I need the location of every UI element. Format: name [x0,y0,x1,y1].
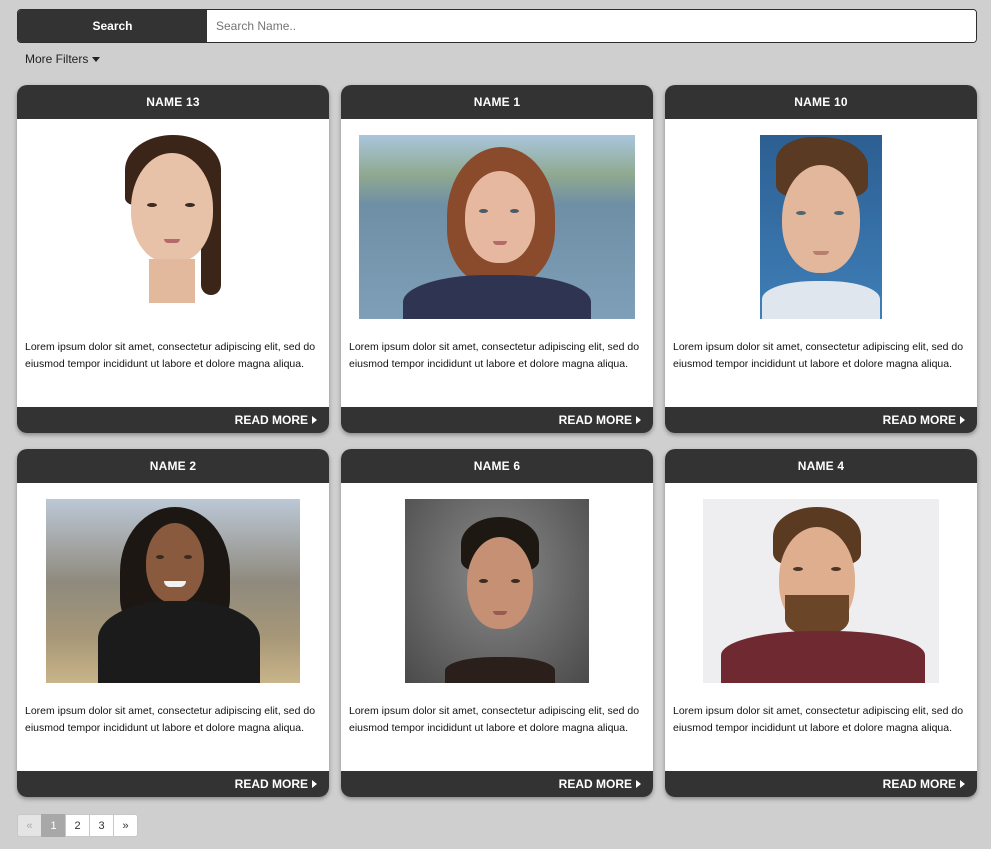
card-image-area [665,119,977,335]
search-input[interactable] [207,10,976,42]
profile-card: NAME 6 Lorem ipsum dolor sit amet, conse… [341,449,653,797]
card-description: Lorem ipsum dolor sit amet, consectetur … [349,705,640,734]
profile-grid: NAME 13 Lorem ipsum dolor sit amet, cons… [17,85,977,797]
search-label: Search [18,10,207,42]
read-more-label: READ MORE [882,777,956,791]
profile-card: NAME 1 Lorem ipsum dolor sit amet, conse… [341,85,653,433]
caret-right-icon [312,780,317,788]
read-more-label: READ MORE [234,777,308,791]
caret-right-icon [636,416,641,424]
profile-card: NAME 4 Lorem ipsum dolor sit amet, conse… [665,449,977,797]
search-bar: Search [17,9,977,43]
read-more-button[interactable]: READ MORE [17,407,329,433]
more-filters-toggle[interactable]: More Filters [25,52,101,66]
caret-down-icon [92,57,101,62]
read-more-label: READ MORE [234,413,308,427]
card-image-area [17,483,329,699]
caret-right-icon [312,416,317,424]
profile-photo [760,135,882,319]
more-filters-label: More Filters [25,52,89,66]
read-more-button[interactable]: READ MORE [341,771,653,797]
card-description: Lorem ipsum dolor sit amet, consectetur … [25,341,316,370]
card-title: NAME 13 [17,85,329,119]
card-description: Lorem ipsum dolor sit amet, consectetur … [673,705,964,734]
read-more-label: READ MORE [558,413,632,427]
profile-photo [359,135,635,319]
profile-card: NAME 13 Lorem ipsum dolor sit amet, cons… [17,85,329,433]
pagination-prev-button[interactable]: « [17,814,42,837]
read-more-button[interactable]: READ MORE [665,407,977,433]
card-image-area [665,483,977,699]
read-more-button[interactable]: READ MORE [665,771,977,797]
card-description: Lorem ipsum dolor sit amet, consectetur … [25,705,316,734]
profile-photo [113,135,233,303]
card-description: Lorem ipsum dolor sit amet, consectetur … [673,341,964,370]
card-image-area [17,119,329,335]
card-description: Lorem ipsum dolor sit amet, consectetur … [349,341,640,370]
card-title: NAME 1 [341,85,653,119]
card-title: NAME 4 [665,449,977,483]
card-title: NAME 2 [17,449,329,483]
profile-photo [405,499,589,683]
card-title: NAME 10 [665,85,977,119]
card-title: NAME 6 [341,449,653,483]
card-image-area [341,483,653,699]
pagination: « 1 2 3 » [17,814,138,837]
pagination-next-button[interactable]: » [113,814,138,837]
pagination-page-1[interactable]: 1 [41,814,66,837]
profile-card: NAME 2 Lorem ipsum dolor sit amet, conse… [17,449,329,797]
read-more-button[interactable]: READ MORE [17,771,329,797]
read-more-button[interactable]: READ MORE [341,407,653,433]
caret-right-icon [960,416,965,424]
read-more-label: READ MORE [882,413,956,427]
profile-photo [46,499,300,683]
read-more-label: READ MORE [558,777,632,791]
pagination-page-3[interactable]: 3 [89,814,114,837]
caret-right-icon [636,780,641,788]
profile-card: NAME 10 Lorem ipsum dolor sit amet, cons… [665,85,977,433]
profile-photo [703,499,939,683]
pagination-page-2[interactable]: 2 [65,814,90,837]
card-image-area [341,119,653,335]
caret-right-icon [960,780,965,788]
